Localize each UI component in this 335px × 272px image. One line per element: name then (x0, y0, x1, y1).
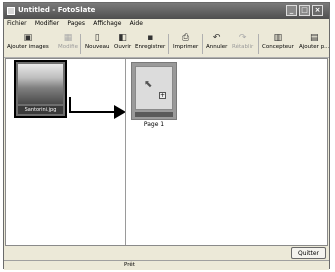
new-button[interactable]: ▯ Nouveau (85, 33, 109, 50)
open-button[interactable]: ◧ Ouvrir (114, 33, 131, 50)
toolbar-separator (202, 34, 203, 54)
edit-label: Modifie (58, 44, 78, 50)
save-button[interactable]: ▪ Enregistrer (135, 33, 165, 50)
redo-button[interactable]: ↷ Rétablir (232, 33, 253, 50)
new-icon: ▯ (94, 33, 100, 43)
drag-arrow (69, 97, 126, 119)
app-window: Untitled - FotoSlate _ □ × Fichier Modif… (3, 2, 330, 270)
page-thumbnail[interactable]: ⬉ + (131, 62, 177, 120)
menu-bar: Fichier Modifier Pages Affichage Aide (4, 19, 329, 30)
print-icon: ⎙ (182, 33, 190, 43)
title-bar[interactable]: Untitled - FotoSlate _ □ × (4, 3, 329, 19)
print-button[interactable]: ⎙ Imprimer (173, 33, 198, 50)
undo-label: Annuler (206, 44, 228, 50)
save-label: Enregistrer (135, 44, 166, 50)
photo-preview (18, 64, 63, 104)
designer-label: Concepteur (262, 44, 294, 50)
menu-modifier[interactable]: Modifier (32, 19, 62, 28)
page-label: Page 1 (143, 121, 165, 128)
designer-icon: ▥ (273, 33, 283, 43)
redo-label: Rétablir (232, 44, 254, 50)
save-icon: ▪ (147, 33, 154, 43)
quit-button[interactable]: Quitter (291, 247, 326, 259)
window-title: Untitled - FotoSlate (18, 6, 96, 14)
edit-icon: ▦ (63, 33, 73, 43)
menu-pages[interactable]: Pages (64, 19, 88, 28)
add-images-icon: ▣ (23, 33, 33, 43)
menu-aide[interactable]: Aide (127, 19, 146, 28)
print-label: Imprimer (173, 44, 199, 50)
menu-affichage[interactable]: Affichage (90, 19, 124, 28)
toolbar-separator (80, 34, 81, 54)
minimize-button[interactable]: _ (286, 5, 297, 16)
undo-button[interactable]: ↶ Annuler (206, 33, 227, 50)
toolbar-separator (258, 34, 259, 54)
close-button[interactable]: × (312, 5, 323, 16)
app-icon (7, 7, 15, 15)
new-label: Nouveau (85, 44, 110, 50)
designer-button[interactable]: ▥ Concepteur (262, 33, 294, 50)
redo-icon: ↷ (238, 33, 247, 43)
menu-fichier[interactable]: Fichier (4, 19, 30, 28)
cursor-icon: ⬉ (144, 79, 153, 90)
panel-divider[interactable] (125, 59, 126, 245)
status-text: Prêt (124, 262, 135, 268)
open-icon: ◧ (118, 33, 127, 43)
workspace: Santorini.jpg ⬉ + Page 1 (5, 58, 328, 246)
undo-icon: ↶ (212, 33, 221, 43)
toolbar: ▣ Ajouter images ▦ Modifie ▯ Nouveau ◧ O… (4, 31, 329, 58)
open-label: Ouvrir (114, 44, 132, 50)
add-badge-icon: + (159, 92, 166, 99)
add-page-icon: ▤ (309, 33, 319, 43)
edit-button[interactable]: ▦ Modifie (58, 33, 78, 50)
add-images-label: Ajouter images (7, 44, 49, 50)
add-images-button[interactable]: ▣ Ajouter images (7, 33, 49, 50)
maximize-button[interactable]: □ (299, 5, 310, 16)
add-page-button[interactable]: ▤ Ajouter p... (299, 33, 329, 50)
add-page-label: Ajouter p... (299, 44, 330, 50)
page-footer-bar (135, 112, 173, 117)
status-bar: Prêt (4, 260, 329, 270)
toolbar-separator (168, 34, 169, 54)
image-thumbnail[interactable]: Santorini.jpg (14, 60, 67, 118)
image-filename: Santorini.jpg (18, 106, 63, 114)
page-canvas (135, 66, 173, 110)
